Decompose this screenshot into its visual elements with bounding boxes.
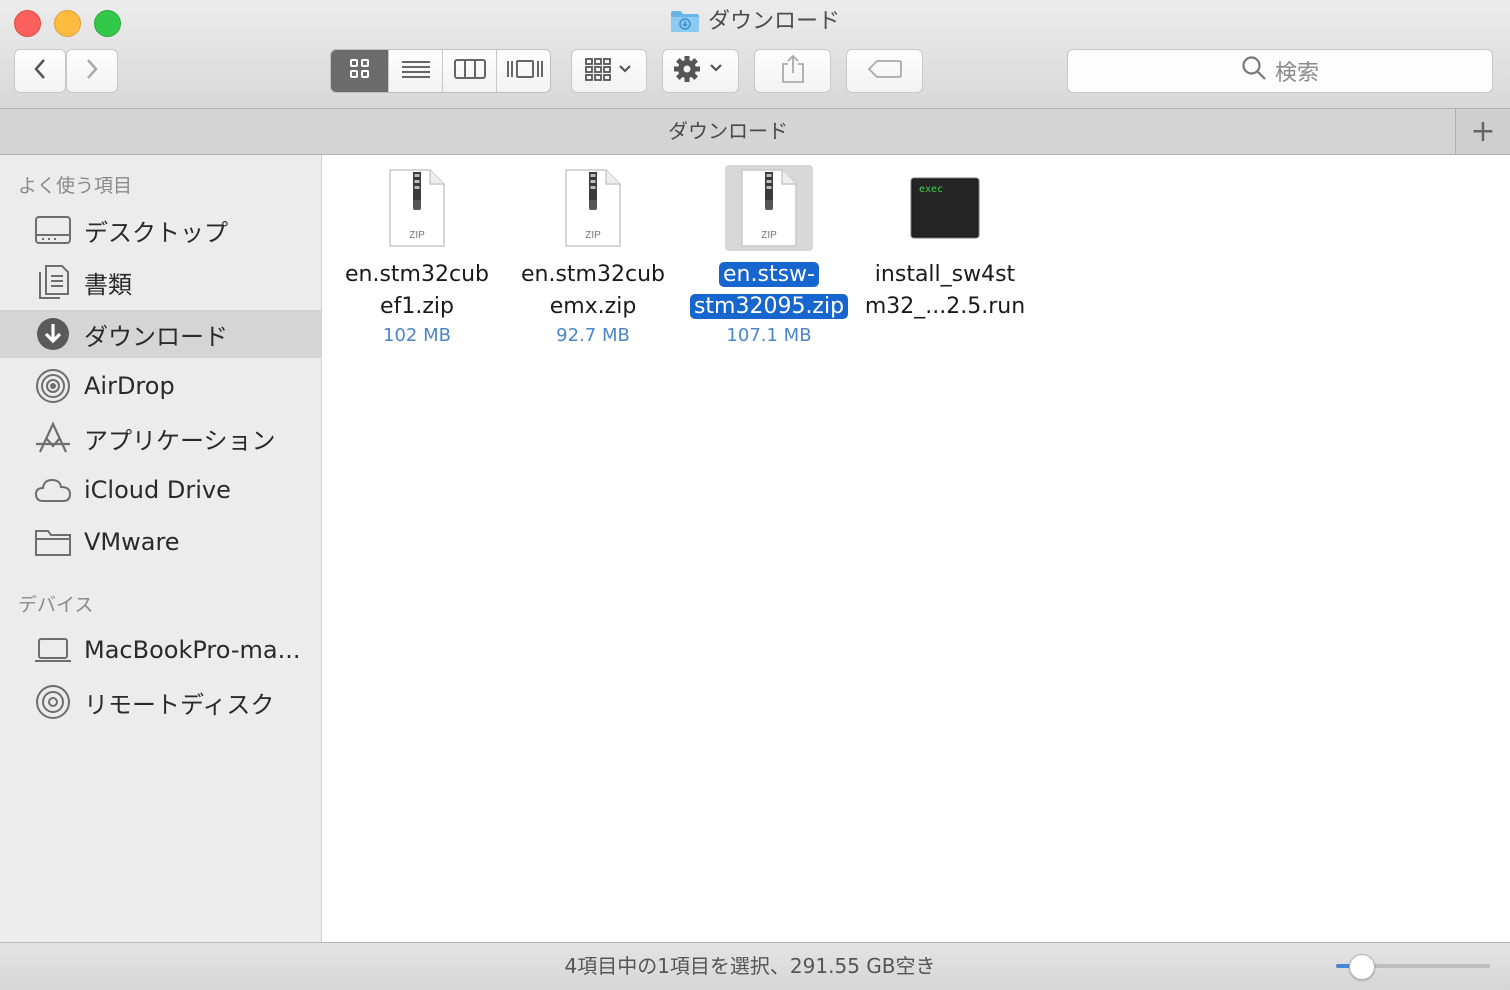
downloads-icon bbox=[34, 315, 72, 353]
airdrop-icon bbox=[34, 367, 72, 405]
file-size: 107.1 MB bbox=[726, 325, 812, 346]
tags-button[interactable] bbox=[846, 49, 923, 93]
desktop-icon bbox=[34, 211, 72, 249]
title-toolbar: ダウンロード 検索 bbox=[0, 0, 1510, 109]
column-view-button[interactable] bbox=[443, 50, 497, 92]
share-icon bbox=[780, 54, 806, 88]
column-view-icon bbox=[453, 58, 486, 84]
file-size: 92.7 MB bbox=[556, 325, 630, 346]
file-name: en.stm32cub emx.zip bbox=[521, 262, 665, 319]
sidebar: よく使う項目 デスクトップ 書類 ダウンロード AirDrop アプリケーション… bbox=[0, 155, 322, 942]
zip-file-icon: ZIP bbox=[549, 165, 637, 251]
coverflow-view-button[interactable] bbox=[497, 50, 550, 92]
action-button[interactable] bbox=[662, 49, 739, 93]
window-title: ダウンロード bbox=[0, 6, 1510, 43]
coverflow-view-icon bbox=[506, 58, 544, 84]
file-name: en.stm32cub ef1.zip bbox=[345, 262, 489, 319]
sidebar-item-label: iCloud Drive bbox=[84, 476, 231, 504]
sidebar-item-label: 書類 bbox=[84, 270, 132, 299]
zip-file-icon: ZIP bbox=[725, 165, 813, 251]
sidebar-item-airdrop[interactable]: AirDrop bbox=[0, 362, 321, 410]
sidebar-item-label: リモートディスク bbox=[84, 690, 275, 719]
back-icon bbox=[32, 57, 48, 85]
sidebar-header-devices: デバイス bbox=[18, 594, 94, 616]
sidebar-item-label: ダウンロード bbox=[84, 322, 228, 351]
list-view-icon bbox=[401, 58, 431, 84]
sidebar-item-label: MacBookPro-ma... bbox=[84, 636, 301, 664]
icon-view-button[interactable] bbox=[331, 50, 389, 92]
file-area: ZIP en.stm32cub ef1.zip 102 MB ZIP en.stm… bbox=[322, 155, 1510, 942]
gear-icon bbox=[673, 55, 729, 87]
icon-view-icon bbox=[349, 58, 371, 84]
exec-file-icon: exec bbox=[901, 165, 989, 251]
zip-file-icon: ZIP bbox=[373, 165, 461, 251]
documents-icon bbox=[34, 263, 72, 301]
share-button[interactable] bbox=[754, 49, 831, 93]
disc-icon bbox=[34, 683, 72, 721]
downloads-folder-icon bbox=[670, 9, 700, 43]
forward-icon bbox=[84, 57, 100, 85]
file-size: 102 MB bbox=[383, 325, 451, 346]
search-field[interactable]: 検索 bbox=[1067, 49, 1493, 93]
sidebar-item-desktop[interactable]: デスクトップ bbox=[0, 206, 321, 254]
laptop-icon bbox=[34, 631, 72, 669]
list-view-button[interactable] bbox=[389, 50, 443, 92]
file-type-badge: ZIP bbox=[585, 230, 601, 241]
slider-knob[interactable] bbox=[1348, 954, 1375, 980]
sidebar-item-label: VMware bbox=[84, 528, 180, 556]
sidebar-item-remote-disc[interactable]: リモートディスク bbox=[0, 678, 321, 726]
file-type-badge: ZIP bbox=[409, 230, 425, 241]
file-type-badge: ZIP bbox=[761, 230, 777, 241]
sidebar-item-label: AirDrop bbox=[84, 372, 175, 400]
file-item[interactable]: ZIP en.stm32cub emx.zip 92.7 MB bbox=[503, 165, 683, 349]
file-item-selected[interactable]: ZIP en.stsw-stm32095.zip 107.1 MB bbox=[679, 165, 859, 349]
arrange-button[interactable] bbox=[571, 49, 647, 93]
new-tab-button[interactable]: + bbox=[1455, 109, 1510, 154]
sidebar-item-applications[interactable]: アプリケーション bbox=[0, 414, 321, 462]
file-item[interactable]: exec install_sw4st m32_...2.5.run bbox=[855, 165, 1035, 323]
arrange-icon bbox=[584, 56, 634, 86]
status-bar: 4項目中の1項目を選択、291.55 GB空き bbox=[0, 942, 1510, 990]
sidebar-header-favorites: よく使う項目 bbox=[18, 175, 133, 197]
search-placeholder: 検索 bbox=[1274, 61, 1319, 86]
back-button[interactable] bbox=[14, 49, 66, 93]
sidebar-item-label: アプリケーション bbox=[84, 426, 276, 455]
sidebar-item-label: デスクトップ bbox=[84, 218, 228, 247]
plus-icon: + bbox=[1470, 114, 1496, 149]
tag-icon bbox=[867, 59, 903, 83]
sidebar-item-vmware[interactable]: VMware bbox=[0, 518, 321, 566]
file-item[interactable]: ZIP en.stm32cub ef1.zip 102 MB bbox=[327, 165, 507, 349]
file-name: en.stsw-stm32095.zip bbox=[679, 259, 859, 323]
tab-downloads[interactable]: ダウンロード bbox=[0, 109, 1456, 153]
icon-size-slider[interactable] bbox=[1336, 954, 1490, 980]
window-title-text: ダウンロード bbox=[707, 9, 840, 34]
sidebar-item-downloads[interactable]: ダウンロード bbox=[0, 310, 321, 358]
applications-icon bbox=[34, 419, 72, 457]
file-name: install_sw4st m32_...2.5.run bbox=[864, 262, 1026, 319]
sidebar-item-icloud-drive[interactable]: iCloud Drive bbox=[0, 466, 321, 514]
sidebar-item-documents[interactable]: 書類 bbox=[0, 258, 321, 306]
status-text: 4項目中の1項目を選択、291.55 GB空き bbox=[564, 954, 936, 978]
file-type-badge: exec bbox=[919, 184, 943, 195]
search-icon bbox=[1241, 55, 1267, 87]
forward-button[interactable] bbox=[66, 49, 118, 93]
cloud-icon bbox=[34, 471, 72, 509]
folder-icon bbox=[34, 523, 72, 561]
finder-window: ダウンロード 検索 ダウンロード + よく使う項目 デスクトップ 書類 ダウンロ… bbox=[0, 0, 1510, 990]
sidebar-item-macbookpro[interactable]: MacBookPro-ma... bbox=[0, 626, 321, 674]
tab-bar: ダウンロード + bbox=[0, 109, 1510, 155]
view-mode-control bbox=[330, 49, 551, 93]
